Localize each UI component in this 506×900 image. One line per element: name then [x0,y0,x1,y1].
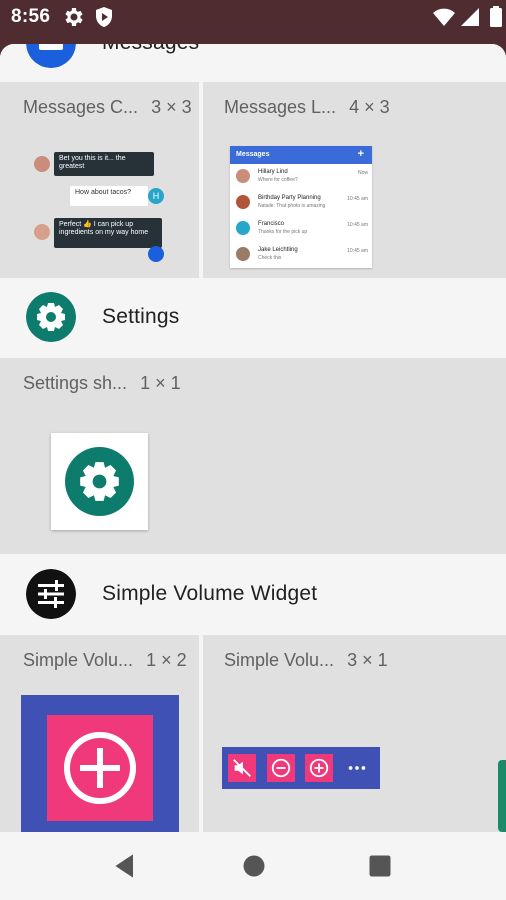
widget-tile-simple-volume-3x1[interactable]: Simple Volu... 3 × 1 [203,635,506,832]
widget-size: 3 × 1 [347,650,388,670]
preview-titlebar: Messages + [230,146,372,164]
messages-app-icon [26,44,76,68]
back-icon[interactable] [112,852,140,880]
widget-tile-messages-conversation[interactable]: Messages C... 3 × 3 Bet you this is it..… [0,82,199,278]
avatar [236,169,250,183]
avatar [34,156,50,172]
message-time: 10:45 am [347,248,368,254]
equalizer-app-icon [26,569,76,619]
app-header-simple-volume: Simple Volume Widget [0,555,506,633]
plus-circle-icon [64,732,136,804]
reply-icon [148,246,164,262]
list-item: Hillary Lind Where for coffee? Now [230,164,372,190]
status-time: 8:56 [11,6,51,27]
minus-circle-icon [271,758,291,778]
messages-list-preview: Messages + Hillary Lind Where for coffee… [230,146,372,268]
more-horizontal-icon [348,766,366,770]
message-time: Now [357,170,368,176]
widget-name: Simple Volu... [224,650,335,670]
message-time: 10:45 am [347,196,368,202]
avatar [236,195,250,209]
app-header-messages: Messages [0,44,506,82]
widget-row-messages: Messages C... 3 × 3 Bet you this is it..… [0,82,506,278]
add-icon: + [357,148,364,160]
widget-name: Messages L... [224,97,337,117]
widget-tile-settings-shortcut[interactable]: Settings sh... 1 × 1 [0,358,506,554]
volume-up-button-preview [305,754,333,782]
settings-gear-icon [65,447,134,516]
settings-shortcut-preview [51,433,148,530]
mute-icon [233,759,251,777]
widget-name: Settings sh... [23,373,128,393]
chat-bubble: How about tacos? [70,186,148,206]
app-name: Settings [102,305,180,328]
contact-name: Birthday Party Planning [258,195,321,201]
volume-down-button-preview [267,754,295,782]
widget-size: 1 × 1 [140,373,181,393]
contact-name: Jake Leichtling [258,247,298,253]
message-snippet: Thanks for the pick up [258,229,308,235]
widget-size: 1 × 2 [146,650,187,670]
recents-icon[interactable] [366,852,394,880]
widget-picker: Messages Messages C... 3 × 3 Bet you thi… [0,34,506,832]
avatar [236,221,250,235]
status-bar: 8:56 [0,0,506,34]
list-item: Jake Leichtling Check this 10:45 am [230,242,372,268]
volume-widget-preview [21,695,179,832]
message-snippet: Where for coffee? [258,177,298,183]
widget-list-sheet[interactable]: Messages Messages C... 3 × 3 Bet you thi… [0,44,506,832]
widget-size: 4 × 3 [349,97,390,117]
avatar: H [148,188,164,204]
widget-tile-messages-list[interactable]: Messages L... 4 × 3 Messages + Hillary L… [203,82,506,278]
navigation-bar [0,832,506,900]
widget-name: Messages C... [23,97,139,117]
home-icon[interactable] [240,852,268,880]
list-item: Birthday Party Planning Nataile: That ph… [230,190,372,216]
avatar [34,224,50,240]
widget-row-simple-volume: Simple Volu... 1 × 2 Simple Volu... 3 × … [0,635,506,832]
volume-bar-preview [222,747,380,789]
scrollbar-thumb[interactable] [498,760,506,832]
mute-button-preview [228,754,256,782]
contact-name: Francisco [258,221,285,227]
plus-circle-icon [309,758,329,778]
avatar [236,247,250,261]
widget-size: 3 × 3 [151,97,192,117]
widget-name: Simple Volu... [23,650,134,670]
message-snippet: Check this [258,255,282,261]
preview-title: Messages [236,151,270,158]
chat-bubble: Perfect 👍 I can pick up ingredients on m… [54,218,162,248]
app-name: Simple Volume Widget [102,582,318,605]
message-snippet: Nataile: That photo is amazing [258,203,326,209]
settings-app-icon [26,292,76,342]
wifi-icon [433,8,455,26]
shield-play-icon [96,7,112,27]
signal-icon [461,8,479,26]
message-time: 10:45 am [347,222,368,228]
battery-icon [490,6,502,27]
app-name: Messages [102,44,199,55]
contact-name: Hillary Lind [258,169,288,175]
widget-row-settings: Settings sh... 1 × 1 [0,358,506,554]
conversation-widget-preview: Bet you this is it... the greatest How a… [30,148,170,268]
app-header-settings: Settings [0,278,506,356]
widget-tile-simple-volume-1x2[interactable]: Simple Volu... 1 × 2 [0,635,199,832]
list-item: Francisco Thanks for the pick up 10:45 a… [230,216,372,242]
settings-gear-icon [65,8,83,26]
chat-bubble: Bet you this is it... the greatest [54,152,154,176]
